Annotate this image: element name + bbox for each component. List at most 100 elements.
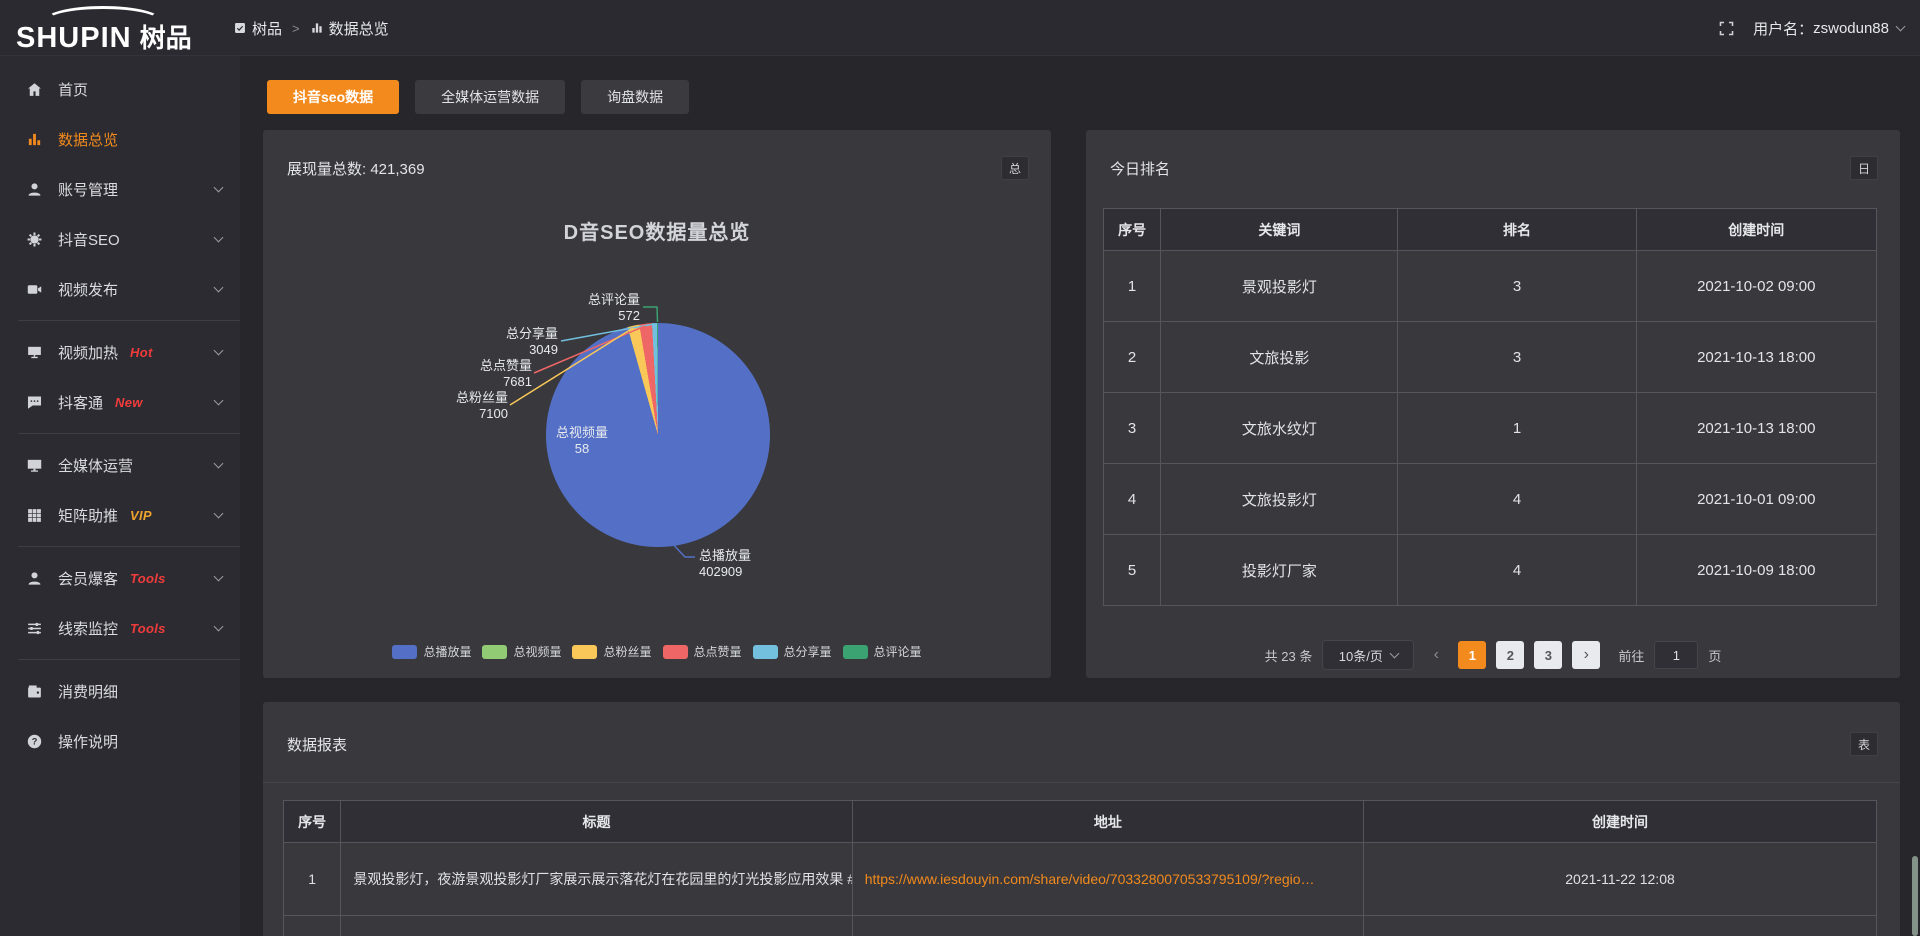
pie-label-fans: 总粉丝量7100 xyxy=(456,390,508,422)
legend-item-likes[interactable]: 总点赞量 xyxy=(663,643,742,660)
legend-item-shares[interactable]: 总分享量 xyxy=(753,643,832,660)
chevron-down-icon xyxy=(214,621,224,631)
pie-label-plays: 总播放量402909 xyxy=(699,548,751,580)
sidebar-item-douyin-seo[interactable]: 抖音SEO xyxy=(0,214,240,264)
chevron-down-icon xyxy=(214,232,224,242)
scrollbar-thumb[interactable] xyxy=(1912,856,1918,936)
breadcrumb-separator: > xyxy=(282,21,310,36)
breadcrumb: 树品 > 数据总览 xyxy=(233,0,389,56)
member-icon xyxy=(26,570,43,587)
sidebar-item-label: 消费明细 xyxy=(58,681,118,702)
bar-chart-icon xyxy=(26,131,43,148)
legend-swatch xyxy=(663,645,688,659)
chart-legend: 总播放量 总视频量 总粉丝量 总点赞量 总分享量 总评论量 xyxy=(263,643,1051,660)
legend-item-videos[interactable]: 总视频量 xyxy=(482,643,561,660)
topbar: SHUPIN 树品 树品 > 数据总览 用户名：zswodun88 xyxy=(0,0,1920,56)
username-label: 用户名： xyxy=(1753,18,1813,39)
video-title-cell: 景观投影灯，夜游景观投影灯厂家展示展示落花灯在花园里的灯光投影应用效果 # xyxy=(341,843,852,916)
page-size-select[interactable]: 10条/页 xyxy=(1322,640,1414,670)
tab-douyin-seo-data[interactable]: 抖音seo数据 xyxy=(267,80,399,114)
tools-badge: Tools xyxy=(130,621,166,636)
table-row: 2 文旅投影 3 2021-10-13 18:00 xyxy=(1104,322,1877,393)
video-publish-icon xyxy=(26,281,43,298)
sidebar-item-lead-monitor[interactable]: 线索监控 Tools xyxy=(0,603,240,653)
video-url-link[interactable]: https://www.iesdouyin.com/share/video/70… xyxy=(865,871,1315,887)
today-ranking-panel: 今日排名 日 序号 关键词 排名 创建时间 1 景观投影灯 xyxy=(1086,130,1900,678)
panel-divider xyxy=(263,782,1900,783)
col-header-time: 创建时间 xyxy=(1636,209,1876,251)
sidebar-item-omnimedia[interactable]: 全媒体运营 xyxy=(0,440,240,490)
app-logo: SHUPIN 树品 xyxy=(16,6,246,54)
logo-text: SHUPIN xyxy=(16,22,132,55)
table-header-row: 序号 关键词 排名 创建时间 xyxy=(1104,209,1877,251)
legend-item-fans[interactable]: 总粉丝量 xyxy=(572,643,651,660)
goto-page-input[interactable] xyxy=(1654,641,1698,669)
user-icon xyxy=(26,181,43,198)
wallet-icon xyxy=(26,683,43,700)
tools-badge: Tools xyxy=(130,571,166,586)
chat-icon xyxy=(26,394,43,411)
sidebar-divider xyxy=(18,546,240,547)
pie-label-comments: 总评论量572 xyxy=(588,292,640,324)
tab-inquiry-data[interactable]: 询盘数据 xyxy=(581,80,689,114)
fullscreen-icon[interactable] xyxy=(1718,20,1735,37)
sidebar-item-home[interactable]: 首页 xyxy=(0,64,240,114)
pagination: 共 23 条 10条/页 ‹ 1 2 3 › 前往 页 xyxy=(1086,639,1900,671)
sidebar-item-label: 抖客通 xyxy=(58,392,103,413)
sidebar-divider xyxy=(18,659,240,660)
sidebar-item-member-bloom[interactable]: 会员爆客 Tools xyxy=(0,553,240,603)
page-button-3[interactable]: 3 xyxy=(1534,641,1562,669)
sidebar-item-account[interactable]: 账号管理 xyxy=(0,164,240,214)
sidebar-divider xyxy=(18,320,240,321)
table-mode-button[interactable]: 表 xyxy=(1850,732,1878,756)
sidebar-item-video-heat[interactable]: 视频加热 Hot xyxy=(0,327,240,377)
sidebar-item-label: 数据总览 xyxy=(58,129,118,150)
user-menu[interactable]: 用户名：zswodun88 xyxy=(1753,18,1904,39)
tab-omnimedia-data[interactable]: 全媒体运营数据 xyxy=(415,80,565,114)
legend-item-comments[interactable]: 总评论量 xyxy=(843,643,922,660)
chart-title: D音SEO数据量总览 xyxy=(263,216,1051,245)
sidebar-item-label: 视频加热 xyxy=(58,342,118,363)
sidebar-item-label: 首页 xyxy=(58,79,88,100)
breadcrumb-current: 数据总览 xyxy=(329,18,389,39)
table-row: 4 文旅投影灯 4 2021-10-01 09:00 xyxy=(1104,464,1877,535)
legend-swatch xyxy=(843,645,868,659)
page-button-1[interactable]: 1 xyxy=(1458,641,1486,669)
sidebar-item-matrix-boost[interactable]: 矩阵助推 VIP xyxy=(0,490,240,540)
col-header-keyword: 关键词 xyxy=(1161,209,1398,251)
new-badge: New xyxy=(115,395,143,410)
legend-swatch xyxy=(572,645,597,659)
sidebar-item-label: 账号管理 xyxy=(58,179,118,200)
chevron-down-icon xyxy=(1896,21,1906,31)
total-mode-button[interactable]: 总 xyxy=(1001,156,1029,180)
chevron-down-icon xyxy=(214,571,224,581)
chevron-down-icon xyxy=(214,345,224,355)
legend-swatch xyxy=(753,645,778,659)
col-header-url: 地址 xyxy=(852,801,1363,843)
home-icon xyxy=(26,81,43,98)
breadcrumb-home[interactable]: 树品 xyxy=(252,18,282,39)
report-table: 序号 标题 地址 创建时间 1 景观投影灯，夜游景观投影灯厂家展示展示落花灯在花… xyxy=(283,800,1877,936)
chevron-down-icon xyxy=(214,282,224,292)
prev-page-button[interactable]: ‹ xyxy=(1424,641,1448,669)
sidebar-item-data-overview[interactable]: 数据总览 xyxy=(0,114,240,164)
grid-icon xyxy=(26,507,43,524)
page-button-2[interactable]: 2 xyxy=(1496,641,1524,669)
legend-item-plays[interactable]: 总播放量 xyxy=(392,643,471,660)
hot-badge: Hot xyxy=(130,345,153,360)
app-window: SHUPIN 树品 树品 > 数据总览 用户名：zswodun88 首页 数据 xyxy=(0,0,1920,936)
sidebar: 首页 数据总览 账号管理 抖音SEO 视频发布 视频加热 Hot xyxy=(0,56,240,936)
sidebar-item-video-publish[interactable]: 视频发布 xyxy=(0,264,240,314)
gear-icon xyxy=(26,231,43,248)
next-page-button[interactable]: › xyxy=(1572,641,1600,669)
sliders-icon xyxy=(26,620,43,637)
chevron-down-icon xyxy=(214,395,224,405)
data-report-panel: 数据报表 表 序号 标题 地址 创建时间 1 景观投影灯，夜游 xyxy=(263,702,1900,936)
sidebar-item-douketong[interactable]: 抖客通 New xyxy=(0,377,240,427)
sidebar-item-help[interactable]: ? 操作说明 xyxy=(0,716,240,766)
daily-mode-button[interactable]: 日 xyxy=(1850,156,1878,180)
chevron-down-icon xyxy=(214,182,224,192)
sidebar-item-spend-detail[interactable]: 消费明细 xyxy=(0,666,240,716)
col-header-time: 创建时间 xyxy=(1364,801,1877,843)
sidebar-item-label: 抖音SEO xyxy=(58,229,120,250)
